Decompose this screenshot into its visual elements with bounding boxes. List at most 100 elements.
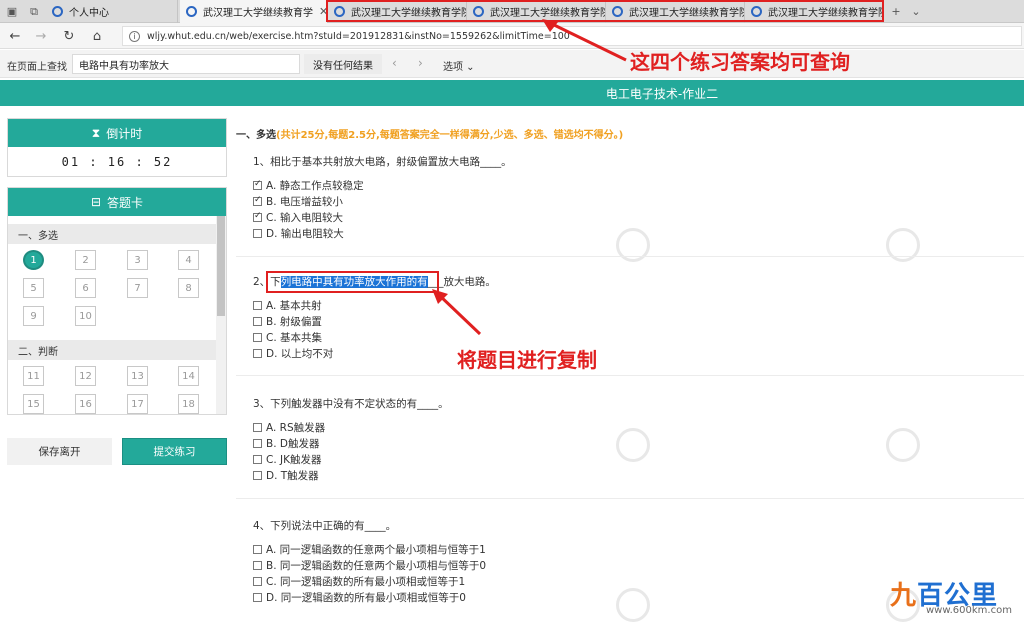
option-d[interactable]: D. 输出电阻较大 [253, 225, 512, 241]
card-item-9[interactable]: 9 [23, 306, 44, 326]
tab-active[interactable]: 武汉理工大学继续教育学 ✕ [180, 0, 328, 23]
new-tab-icon[interactable]: + [886, 0, 906, 23]
checkbox[interactable] [253, 544, 262, 554]
card-item-2[interactable]: 2 [75, 250, 96, 270]
annotation-tabs-note: 这四个练习答案均可查询 [630, 50, 850, 74]
option-label: C. 基本共集 [266, 331, 323, 344]
option-label: B. 同一逻辑函数的任意两个最小项相与恒等于0 [266, 559, 487, 572]
card-item-4[interactable]: 4 [178, 250, 199, 270]
divider [236, 256, 1024, 257]
card-item-16[interactable]: 16 [75, 394, 96, 414]
watermark-logo [886, 428, 920, 462]
checkbox[interactable] [253, 592, 262, 602]
option-c[interactable]: C. 输入电阻较大 [253, 209, 512, 225]
card-item-18[interactable]: 18 [178, 394, 199, 414]
answer-card-body: 一、多选 1 2 3 4 5 6 7 8 9 10 二、判断 11 12 13 … [8, 216, 226, 414]
card-item-14[interactable]: 14 [178, 366, 199, 386]
page-header: 电工电子技术-作业二 [0, 80, 1024, 106]
annotation-selection-box [266, 271, 439, 293]
option-a[interactable]: A. 同一逻辑函数的任意两个最小项相与恒等于1 [253, 541, 486, 557]
option-c[interactable]: C. JK触发器 [253, 451, 449, 467]
find-previous-icon[interactable]: ‹ [392, 56, 397, 70]
option-d[interactable]: D. T触发器 [253, 467, 449, 483]
watermark-logo [616, 588, 650, 622]
question-1: 1、相比于基本共射放大电路，射级偏置放大电路____。 A. 静态工作点较稳定 … [253, 154, 512, 241]
checkbox[interactable] [253, 195, 262, 206]
card-item-7[interactable]: 7 [127, 278, 148, 298]
option-label: B. D触发器 [266, 437, 320, 450]
checkbox[interactable] [253, 560, 262, 570]
card-item-11[interactable]: 11 [23, 366, 44, 386]
section-title: 一、多选(共计25分,每题2.5分,每题答案完全一样得满分,少选、多选、错选均不… [236, 126, 623, 141]
watermark-logo [616, 428, 650, 462]
hourglass-icon: ⧗ [91, 125, 101, 140]
checkbox[interactable] [253, 179, 262, 190]
checkbox[interactable] [253, 211, 262, 222]
question-text: 4、下列说法中正确的有____。 [253, 520, 397, 532]
annotation-arrow-icon [542, 19, 627, 62]
card-item-5[interactable]: 5 [23, 278, 44, 298]
submit-button[interactable]: 提交练习 [122, 438, 227, 465]
checkbox[interactable] [253, 316, 262, 326]
home-icon[interactable]: ⌂ [88, 27, 106, 45]
checkbox[interactable] [253, 422, 262, 432]
checkbox[interactable] [253, 348, 262, 358]
find-options-label: 选项 [443, 62, 463, 73]
option-d[interactable]: D. 同一逻辑函数的所有最小项相或恒等于0 [253, 589, 486, 605]
card-section-judge: 二、判断 [8, 340, 226, 360]
option-label: A. 静态工作点较稳定 [266, 179, 364, 192]
timer-value: 01 : 16 : 52 [61, 154, 173, 169]
find-input[interactable]: 电路中具有功率放大 [72, 54, 300, 74]
card-icon: ⊟ [90, 195, 102, 209]
card-item-1[interactable]: 1 [23, 250, 44, 270]
question-3: 3、下列触发器中没有不定状态的有____。 A. RS触发器 B. D触发器 C… [253, 396, 449, 483]
card-item-13[interactable]: 13 [127, 366, 148, 386]
refresh-icon[interactable]: ↻ [60, 27, 78, 45]
card-item-6[interactable]: 6 [75, 278, 96, 298]
option-a[interactable]: A. 静态工作点较稳定 [253, 177, 512, 193]
find-result: 没有任何结果 [304, 54, 382, 74]
annotation-copy-note: 将题目进行复制 [457, 348, 597, 372]
section-title-label: 一、多选 [236, 130, 276, 141]
checkbox[interactable] [253, 438, 262, 448]
card-item-10[interactable]: 10 [75, 306, 96, 326]
option-b[interactable]: B. 同一逻辑函数的任意两个最小项相与恒等于0 [253, 557, 486, 573]
checkbox[interactable] [253, 300, 262, 310]
checkbox[interactable] [253, 228, 262, 238]
option-b[interactable]: B. 电压增益较小 [253, 193, 512, 209]
find-label: 在页面上查找 [7, 62, 67, 73]
divider [236, 375, 1024, 376]
find-next-icon[interactable]: › [418, 56, 423, 70]
card-item-15[interactable]: 15 [23, 394, 44, 414]
checkbox[interactable] [253, 576, 262, 586]
logo-url: www.600km.com [926, 605, 1012, 616]
tab-actions-icon[interactable]: ▣ [2, 0, 22, 23]
card-item-8[interactable]: 8 [178, 278, 199, 298]
option-c[interactable]: C. 同一逻辑函数的所有最小项相或恒等于1 [253, 573, 486, 589]
option-label: D. 同一逻辑函数的所有最小项相或恒等于0 [266, 591, 466, 604]
chevron-down-icon[interactable]: ⌄ [906, 0, 926, 23]
checkbox[interactable] [253, 470, 262, 480]
card-scroll-thumb[interactable] [217, 216, 225, 316]
page-title: 电工电子技术-作业二 [605, 86, 719, 101]
card-item-3[interactable]: 3 [127, 250, 148, 270]
option-label: C. 同一逻辑函数的所有最小项相或恒等于1 [266, 575, 466, 588]
option-a[interactable]: A. RS触发器 [253, 419, 449, 435]
option-label: B. 射级偏置 [266, 315, 322, 328]
option-b[interactable]: B. D触发器 [253, 435, 449, 451]
set-aside-tabs-icon[interactable]: ⧉ [24, 0, 44, 23]
tab-personal-center[interactable]: 个人中心 [46, 0, 178, 23]
question-area: 一、多选(共计25分,每题2.5分,每题答案完全一样得满分,少选、多选、错选均不… [236, 118, 1024, 624]
save-leave-button[interactable]: 保存离开 [7, 438, 112, 465]
forward-arrow-icon[interactable]: → [32, 27, 50, 45]
card-item-17[interactable]: 17 [127, 394, 148, 414]
checkbox[interactable] [253, 454, 262, 464]
find-options-button[interactable]: 选项 ⌄ [443, 58, 475, 73]
card-scrollbar[interactable] [216, 216, 226, 414]
option-label: A. 同一逻辑函数的任意两个最小项相与恒等于1 [266, 543, 486, 556]
checkbox[interactable] [253, 332, 262, 342]
card-item-12[interactable]: 12 [75, 366, 96, 386]
url-text: wljy.whut.edu.cn/web/exercise.htm?stuId=… [147, 30, 570, 42]
back-arrow-icon[interactable]: ← [6, 27, 24, 45]
info-icon[interactable]: i [129, 30, 140, 42]
